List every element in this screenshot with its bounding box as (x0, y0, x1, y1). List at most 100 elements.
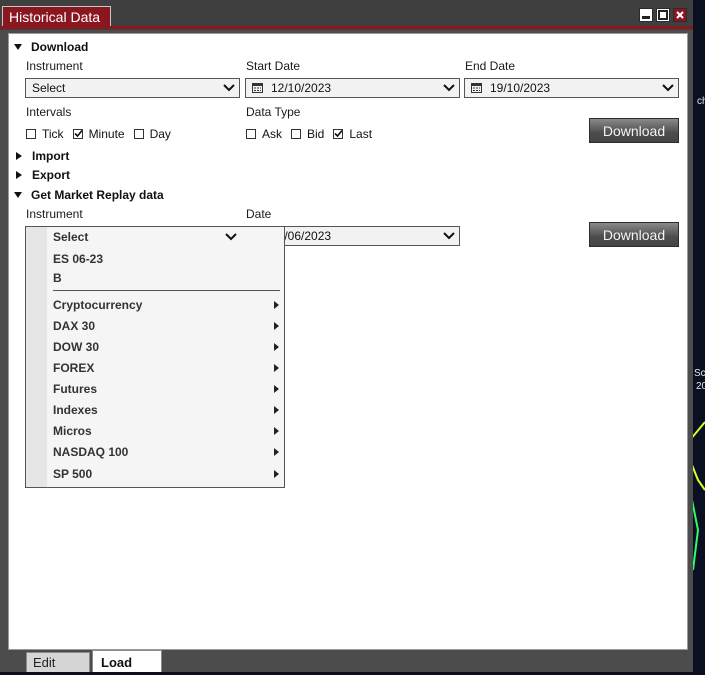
checkmark-icon (334, 129, 343, 138)
tick-label: Tick (42, 127, 64, 141)
submenu-arrow-icon (274, 342, 279, 351)
desktop-text-snippet: 20 (696, 381, 705, 392)
historical-data-window: Historical Data Download Instrument Star… (0, 0, 693, 672)
close-icon (674, 9, 686, 21)
menu-item-label: Futures (53, 381, 98, 396)
end-date-value: 19/10/2023 (490, 81, 551, 95)
menu-item-dow-30[interactable]: DOW 30 (26, 336, 284, 357)
ask-label: Ask (262, 127, 283, 141)
collapse-triangle-icon (14, 44, 22, 50)
close-button[interactable] (673, 8, 687, 22)
end-date-picker[interactable]: 19/10/2023 (464, 78, 679, 98)
replay-instrument-label: Instrument (26, 207, 83, 221)
end-date-label: End Date (465, 59, 516, 73)
replay-download-button[interactable]: Download (589, 222, 679, 247)
import-section-header[interactable]: Import (14, 149, 69, 163)
bid-label: Bid (307, 127, 325, 141)
replay-date-value: 14/06/2023 (271, 229, 332, 243)
menu-item-forex[interactable]: FOREX (26, 357, 284, 378)
submenu-arrow-icon (274, 384, 279, 393)
instrument-select[interactable]: Select (25, 78, 240, 98)
minimize-icon (642, 16, 650, 19)
maximize-button[interactable] (656, 8, 670, 22)
chevron-down-icon (443, 232, 455, 240)
bid-checkbox[interactable] (291, 129, 302, 139)
menu-item-label: Cryptocurrency (53, 297, 143, 312)
window-title: Historical Data (2, 6, 112, 27)
chevron-down-icon (662, 84, 674, 92)
tab-edit[interactable]: Edit (26, 652, 90, 672)
data-type-label: Data Type (246, 105, 301, 119)
ask-checkbox[interactable] (246, 129, 256, 139)
menu-item-label: Micros (53, 423, 92, 438)
replay-instrument-select[interactable]: Select (26, 227, 284, 246)
chevron-down-icon (443, 84, 455, 92)
menu-item-futures[interactable]: Futures (26, 378, 284, 399)
menu-item-indexes[interactable]: Indexes (26, 399, 284, 420)
submenu-arrow-icon (274, 469, 279, 478)
start-date-label: Start Date (246, 59, 301, 73)
day-label: Day (149, 127, 171, 141)
replay-instrument-value: Select (53, 229, 89, 244)
start-date-picker[interactable]: 12/10/2023 (245, 78, 460, 98)
last-label: Last (349, 127, 373, 141)
intervals-label: Intervals (26, 105, 72, 119)
section-title: Import (32, 149, 70, 163)
instrument-select-value: Select (32, 81, 66, 95)
instrument-label: Instrument (26, 59, 83, 73)
section-title: Download (31, 40, 89, 54)
submenu-arrow-icon (274, 300, 279, 309)
section-title: Get Market Replay data (31, 188, 164, 202)
menu-item-label: ES 06-23 (53, 251, 104, 266)
menu-item-sp-500[interactable]: SP 500 (26, 463, 284, 484)
submenu-arrow-icon (274, 447, 279, 456)
menu-item-label: Indexes (53, 402, 98, 417)
menu-item-label: FOREX (53, 360, 95, 375)
menu-item-label: B (53, 270, 62, 285)
day-checkbox[interactable] (133, 129, 144, 139)
checkmark-icon (73, 129, 83, 138)
expand-triangle-icon (16, 152, 22, 160)
market-replay-section-header[interactable]: Get Market Replay data (14, 188, 164, 202)
submenu-arrow-icon (274, 363, 279, 372)
download-section-header[interactable]: Download (14, 40, 88, 54)
menu-item-label: NASDAQ 100 (53, 444, 129, 459)
minute-label: Minute (88, 127, 125, 141)
replay-date-label: Date (246, 207, 272, 221)
chevron-down-icon (225, 232, 237, 240)
menu-item-recent[interactable]: ES 06-23 (26, 248, 284, 269)
menu-item-nasdaq-100[interactable]: NASDAQ 100 (26, 441, 284, 462)
minute-checkbox[interactable] (72, 129, 83, 139)
expand-triangle-icon (16, 171, 22, 179)
data-type-group: Ask Bid Last (246, 127, 381, 141)
menu-item-label: DAX 30 (53, 318, 96, 333)
last-checkbox[interactable] (333, 129, 344, 139)
calendar-icon (252, 83, 263, 93)
title-accent-line (0, 26, 693, 29)
tab-load[interactable]: Load (92, 650, 162, 672)
menu-item-cryptocurrency[interactable]: Cryptocurrency (26, 294, 284, 315)
submenu-arrow-icon (274, 426, 279, 435)
submenu-arrow-icon (274, 321, 279, 330)
minimize-button[interactable] (639, 8, 653, 22)
export-section-header[interactable]: Export (14, 168, 70, 182)
start-date-value: 12/10/2023 (271, 81, 332, 95)
menu-item-dax-30[interactable]: DAX 30 (26, 315, 284, 336)
tick-checkbox[interactable] (26, 129, 36, 139)
section-title: Export (32, 168, 71, 182)
download-button[interactable]: Download (589, 118, 679, 143)
menu-item-micros[interactable]: Micros (26, 420, 284, 441)
desktop-text-snippet: Sc (694, 368, 705, 379)
submenu-arrow-icon (274, 405, 279, 414)
intervals-group: Tick Minute Day (26, 127, 180, 141)
title-bar[interactable]: Historical Data (0, 0, 693, 30)
menu-item-label: SP 500 (53, 466, 93, 481)
maximize-icon (658, 10, 668, 20)
chevron-down-icon (223, 84, 235, 92)
menu-separator (53, 290, 280, 291)
menu-item-label: DOW 30 (53, 339, 100, 354)
instrument-dropdown-menu: Select ES 06-23 B Cryptocurrency DAX 30 … (25, 226, 285, 488)
menu-item-recent[interactable]: B (26, 267, 284, 288)
calendar-icon (471, 83, 482, 93)
collapse-triangle-icon (14, 192, 22, 198)
